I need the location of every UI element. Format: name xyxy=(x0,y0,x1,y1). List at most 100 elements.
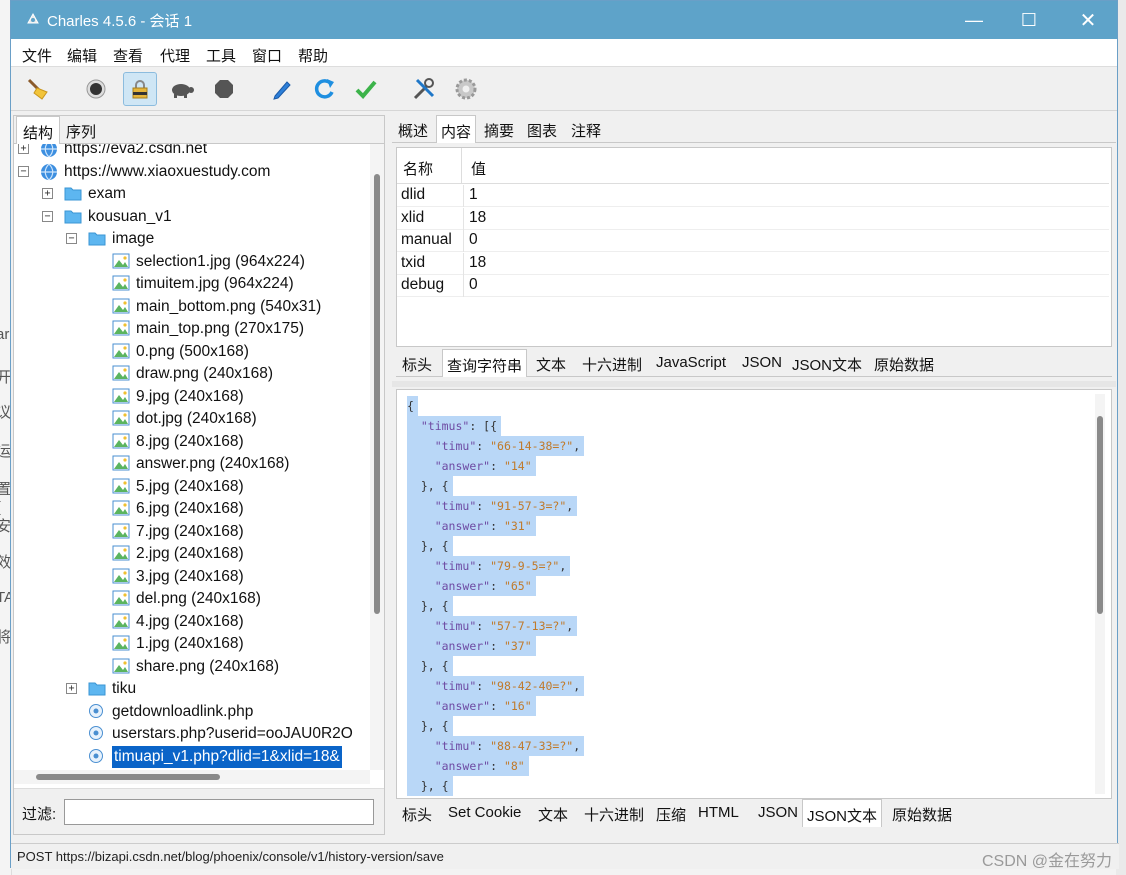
tab-contents[interactable]: 内容 xyxy=(436,115,477,143)
tree-row[interactable]: + exam xyxy=(14,183,370,205)
response-view-tab-0[interactable]: 标头 xyxy=(398,799,436,827)
expand-toggle-icon[interactable]: + xyxy=(18,144,29,154)
tree-row[interactable]: + tiku xyxy=(14,678,370,700)
title-bar[interactable]: Charles 4.5.6 - 会话 1 — ☐ ✕ xyxy=(11,1,1117,39)
tree-row[interactable]: dot.jpg (240x168) xyxy=(14,408,370,430)
scroll-thumb[interactable] xyxy=(36,774,220,780)
request-view-tab-3[interactable]: 十六进制 xyxy=(578,349,646,377)
menu-help[interactable]: 帮助 xyxy=(298,45,328,66)
table-row[interactable]: txid 18 xyxy=(397,252,1109,275)
json-line: }, { xyxy=(407,476,453,496)
json-text-view[interactable]: { "timus": [{ "timu": "66-14-38=?", "ans… xyxy=(396,389,1112,799)
validate-check-icon[interactable] xyxy=(349,72,383,106)
minimize-button[interactable]: — xyxy=(951,1,997,39)
tree-row[interactable]: 0.png (500x168) xyxy=(14,341,370,363)
menu-edit[interactable]: 编辑 xyxy=(67,45,97,66)
tree-row[interactable]: 2.jpg (240x168) xyxy=(14,543,370,565)
json-token-punctuation: : xyxy=(476,439,491,453)
tree-row[interactable]: share.png (240x168) xyxy=(14,656,370,678)
breakpoint-icon[interactable] xyxy=(207,72,241,106)
table-row[interactable]: xlid 18 xyxy=(397,207,1109,230)
tree-row[interactable]: del.png (240x168) xyxy=(14,588,370,610)
tree-row[interactable]: 5.jpg (240x168) xyxy=(14,476,370,498)
request-view-tab-4[interactable]: JavaScript xyxy=(652,349,730,377)
tree-horizontal-scrollbar[interactable] xyxy=(14,770,370,784)
json-vertical-scrollbar[interactable] xyxy=(1095,394,1105,794)
response-view-tab-4[interactable]: 压缩 xyxy=(652,799,690,827)
tree-row[interactable]: − kousuan_v1 xyxy=(14,206,370,228)
tree-row[interactable]: 4.jpg (240x168) xyxy=(14,611,370,633)
close-button[interactable]: ✕ xyxy=(1065,1,1111,39)
json-line: }, { xyxy=(407,596,453,616)
collapse-toggle-icon[interactable]: − xyxy=(42,210,53,222)
tab-structure[interactable]: 结构 xyxy=(16,116,61,144)
request-view-tab-7[interactable]: 原始数据 xyxy=(870,349,938,377)
tab-notes[interactable]: 注释 xyxy=(567,115,605,143)
tree-row[interactable]: − image xyxy=(14,228,370,250)
menu-file[interactable]: 文件 xyxy=(22,45,52,66)
tree-row[interactable]: − https://www.xiaoxuestudy.com xyxy=(14,161,370,183)
expand-toggle-icon[interactable]: + xyxy=(66,683,77,694)
tree-row[interactable]: 6.jpg (240x168) xyxy=(14,498,370,520)
response-view-tab-8[interactable]: 原始数据 xyxy=(888,799,956,827)
menu-view[interactable]: 查看 xyxy=(113,45,143,66)
menu-window[interactable]: 窗口 xyxy=(252,45,282,66)
scroll-thumb[interactable] xyxy=(374,174,380,614)
tree-row[interactable]: timuapi_v1.php?dlid=1&xlid=18& xyxy=(14,745,370,768)
response-view-tab-1[interactable]: Set Cookie xyxy=(444,799,525,827)
tab-chart[interactable]: 图表 xyxy=(523,115,561,143)
menu-tools[interactable]: 工具 xyxy=(206,45,236,66)
response-view-tab-7[interactable]: JSON文本 xyxy=(802,799,883,827)
tree-row[interactable]: main_bottom.png (540x31) xyxy=(14,296,370,318)
pane-splitter[interactable] xyxy=(392,381,1116,387)
expand-toggle-icon[interactable]: + xyxy=(42,188,53,199)
request-view-tab-6[interactable]: JSON文本 xyxy=(788,349,866,377)
throttle-turtle-icon[interactable] xyxy=(165,72,199,106)
tree-row[interactable]: selection1.jpg (964x224) xyxy=(14,251,370,273)
response-view-tab-5[interactable]: HTML xyxy=(694,799,743,827)
column-value-header[interactable]: 值 xyxy=(471,158,486,179)
collapse-toggle-icon[interactable]: − xyxy=(66,233,77,244)
filter-input[interactable] xyxy=(64,799,374,825)
tree-row[interactable]: userstars.php?userid=ooJAU0R2O xyxy=(14,723,370,745)
tree-row[interactable]: + https://eva2.csdn.net xyxy=(14,144,370,160)
response-view-tab-2[interactable]: 文本 xyxy=(534,799,572,827)
tree-row[interactable]: answer.png (240x168) xyxy=(14,453,370,475)
collapse-toggle-icon[interactable]: − xyxy=(18,165,29,177)
maximize-button[interactable]: ☐ xyxy=(1006,1,1052,39)
request-view-tab-5[interactable]: JSON xyxy=(738,349,786,377)
tree-row[interactable]: 1.jpg (240x168) xyxy=(14,633,370,655)
menu-proxy[interactable]: 代理 xyxy=(160,45,190,66)
tools-icon[interactable] xyxy=(407,72,441,106)
tree-row[interactable]: 3.jpg (240x168) xyxy=(14,566,370,588)
scroll-thumb[interactable] xyxy=(1097,416,1103,614)
column-divider[interactable] xyxy=(461,148,462,184)
tab-overview[interactable]: 概述 xyxy=(394,115,432,143)
tree-row[interactable]: draw.png (240x168) xyxy=(14,363,370,385)
tab-summary[interactable]: 摘要 xyxy=(480,115,518,143)
request-view-tab-1[interactable]: 查询字符串 xyxy=(442,349,528,377)
table-row[interactable]: manual 0 xyxy=(397,230,1109,252)
repeat-icon[interactable] xyxy=(307,72,341,106)
tree-row[interactable]: 8.jpg (240x168) xyxy=(14,431,370,453)
tree-vertical-scrollbar[interactable] xyxy=(370,144,384,770)
response-view-tab-3[interactable]: 十六进制 xyxy=(580,799,648,827)
table-row[interactable]: dlid 1 xyxy=(397,185,1109,207)
broom-icon[interactable] xyxy=(21,72,55,106)
request-view-tab-0[interactable]: 标头 xyxy=(398,349,436,377)
column-name-header[interactable]: 名称 xyxy=(403,158,433,179)
ssl-lock-icon[interactable] xyxy=(123,72,157,106)
record-icon[interactable] xyxy=(79,72,113,106)
tree-row[interactable]: timuitem.jpg (964x224) xyxy=(14,273,370,295)
tab-sequence[interactable]: 序列 xyxy=(60,116,102,144)
compose-pen-icon[interactable] xyxy=(265,72,299,106)
settings-gear-icon[interactable] xyxy=(449,72,483,106)
tree-row[interactable]: main_top.png (270x175) xyxy=(14,318,370,340)
request-view-tab-2[interactable]: 文本 xyxy=(532,349,570,377)
tree-row[interactable]: 7.jpg (240x168) xyxy=(14,521,370,543)
tree-row-label: 8.jpg (240x168) xyxy=(136,432,244,450)
tree-row[interactable]: 9.jpg (240x168) xyxy=(14,386,370,408)
tree-row[interactable]: getdownloadlink.php xyxy=(14,701,370,723)
response-view-tab-6[interactable]: JSON xyxy=(754,799,802,827)
table-row[interactable]: debug 0 xyxy=(397,275,1109,297)
